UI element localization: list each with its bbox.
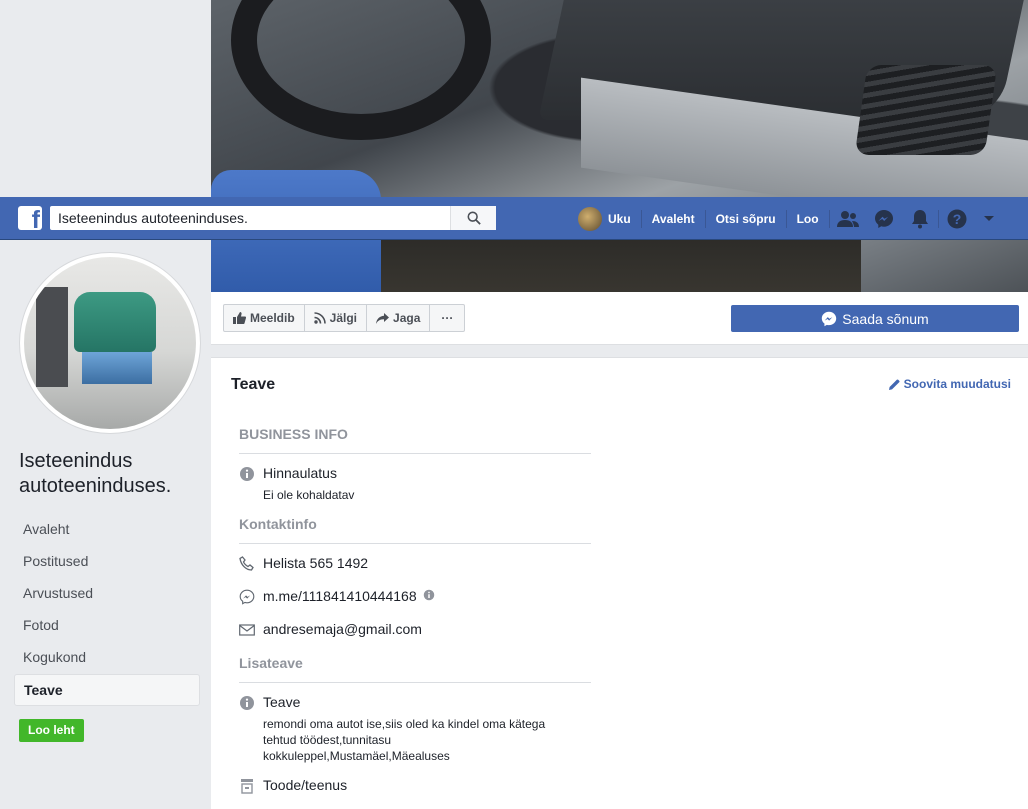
nav-user-name[interactable]: Uku	[608, 208, 641, 230]
phone-icon	[239, 556, 254, 571]
info-icon	[240, 696, 254, 710]
sidebar-item-photos[interactable]: Fotod	[14, 610, 200, 642]
messenger-icon	[822, 311, 837, 326]
messenger-outline-icon	[239, 589, 255, 605]
suggest-edits-link[interactable]: Soovita muudatusi	[888, 377, 1011, 391]
car-shape	[74, 292, 156, 352]
send-message-button[interactable]: Saada sõnum	[731, 305, 1019, 332]
messenger-icon	[874, 209, 893, 228]
price-range-label: Hinnaulatus	[263, 465, 337, 481]
search-input[interactable]	[50, 206, 450, 230]
nav-home[interactable]: Avaleht	[642, 208, 705, 230]
user-avatar[interactable]	[578, 206, 602, 231]
share-arrow-icon	[376, 312, 390, 324]
envelope-icon	[239, 624, 255, 636]
page-sidebar-nav: Avaleht Postitused Arvustused Fotod Kogu…	[14, 514, 200, 706]
sidebar-item-posts[interactable]: Postitused	[14, 546, 200, 578]
sidebar-item-home[interactable]: Avaleht	[14, 514, 200, 546]
category-link[interactable]: Toode/teenus	[263, 777, 347, 793]
lift-shape	[82, 352, 152, 384]
messenger-row[interactable]: m.me/111841410444168	[239, 588, 435, 605]
pencil-icon	[888, 379, 900, 390]
svg-text:?: ?	[952, 211, 961, 227]
email-row[interactable]: andresemaja@gmail.com	[239, 621, 422, 638]
phone-row[interactable]: Helista 565 1492	[239, 555, 368, 572]
nav-create[interactable]: Loo	[787, 208, 829, 230]
share-button[interactable]: Jaga	[367, 305, 431, 331]
help-icon: ?	[947, 209, 967, 228]
page-title[interactable]: Iseteenindus autoteeninduses.	[19, 449, 209, 499]
store-icon	[241, 779, 253, 794]
share-label: Jaga	[393, 311, 421, 325]
more-info-heading: Lisateave	[239, 655, 591, 683]
friends-icon	[836, 210, 859, 227]
cover-steering-wheel	[231, 0, 491, 140]
profile-picture[interactable]	[20, 253, 200, 433]
search-box	[50, 206, 496, 230]
follow-button[interactable]: Jälgi	[305, 305, 368, 331]
sidebar-item-about[interactable]: Teave	[14, 674, 200, 706]
bell-icon	[911, 209, 928, 228]
sidebar-item-reviews[interactable]: Arvustused	[14, 578, 200, 610]
about-card: Teave Soovita muudatusi BUSINESS INFO Hi…	[211, 357, 1028, 809]
search-icon	[467, 211, 481, 225]
chevron-down-icon	[983, 215, 994, 221]
top-navigation-bar: f Uku Avaleht Otsi sõpru Loo ?	[0, 197, 1028, 240]
sidebar-item-community[interactable]: Kogukond	[14, 642, 200, 674]
more-dots-icon: ···	[441, 311, 454, 325]
about-description: remondi oma autot ise,siis oled ka kinde…	[263, 717, 546, 763]
create-page-button[interactable]: Loo leht	[19, 719, 84, 742]
notifications-button[interactable]	[902, 197, 938, 240]
cover-vent	[854, 65, 998, 155]
info-icon[interactable]	[423, 589, 435, 601]
top-nav-links: Uku Avaleht Otsi sõpru Loo ?	[578, 197, 1003, 240]
phone-text: Helista 565 1492	[263, 555, 369, 571]
search-button[interactable]	[450, 206, 496, 230]
send-message-label: Saada sõnum	[842, 310, 929, 327]
about-text-row: Teave remondi oma autot ise,siis oled ka…	[239, 694, 573, 764]
profile-photo	[24, 257, 196, 429]
contact-info-heading: Kontaktinfo	[239, 516, 591, 544]
category-row[interactable]: Toode/teenus	[239, 777, 347, 794]
page-action-bar: Meeldib Jälgi Jaga ··· Saada sõnum	[211, 292, 1028, 345]
messenger-button[interactable]	[866, 197, 902, 240]
nav-find-friends[interactable]: Otsi sõpru	[706, 208, 786, 230]
suggest-edits-label: Soovita muudatusi	[903, 377, 1011, 391]
about-label: Teave	[263, 694, 301, 710]
messenger-link[interactable]: m.me/111841410444168	[263, 588, 417, 604]
price-range-value: Ei ole kohaldatav	[263, 488, 355, 502]
about-title: Teave	[231, 376, 276, 393]
rss-icon	[313, 312, 326, 324]
garage-door-shape	[36, 287, 68, 387]
friend-requests-button[interactable]	[830, 197, 866, 240]
business-info-heading: BUSINESS INFO	[239, 426, 591, 454]
page-actions-group: Meeldib Jälgi Jaga ···	[223, 304, 466, 332]
more-options-button[interactable]: ···	[430, 305, 464, 331]
cover-photo[interactable]	[211, 0, 1028, 292]
thumbs-up-icon	[233, 312, 246, 324]
price-range-row: Hinnaulatus Ei ole kohaldatav	[239, 465, 573, 503]
like-label: Meeldib	[250, 311, 295, 325]
facebook-logo-icon[interactable]: f	[18, 206, 42, 230]
info-icon	[240, 467, 254, 481]
follow-label: Jälgi	[329, 311, 358, 325]
help-button[interactable]: ?	[939, 197, 975, 240]
email-link[interactable]: andresemaja@gmail.com	[263, 621, 422, 637]
like-button[interactable]: Meeldib	[224, 305, 305, 331]
account-menu-button[interactable]	[975, 197, 1003, 240]
